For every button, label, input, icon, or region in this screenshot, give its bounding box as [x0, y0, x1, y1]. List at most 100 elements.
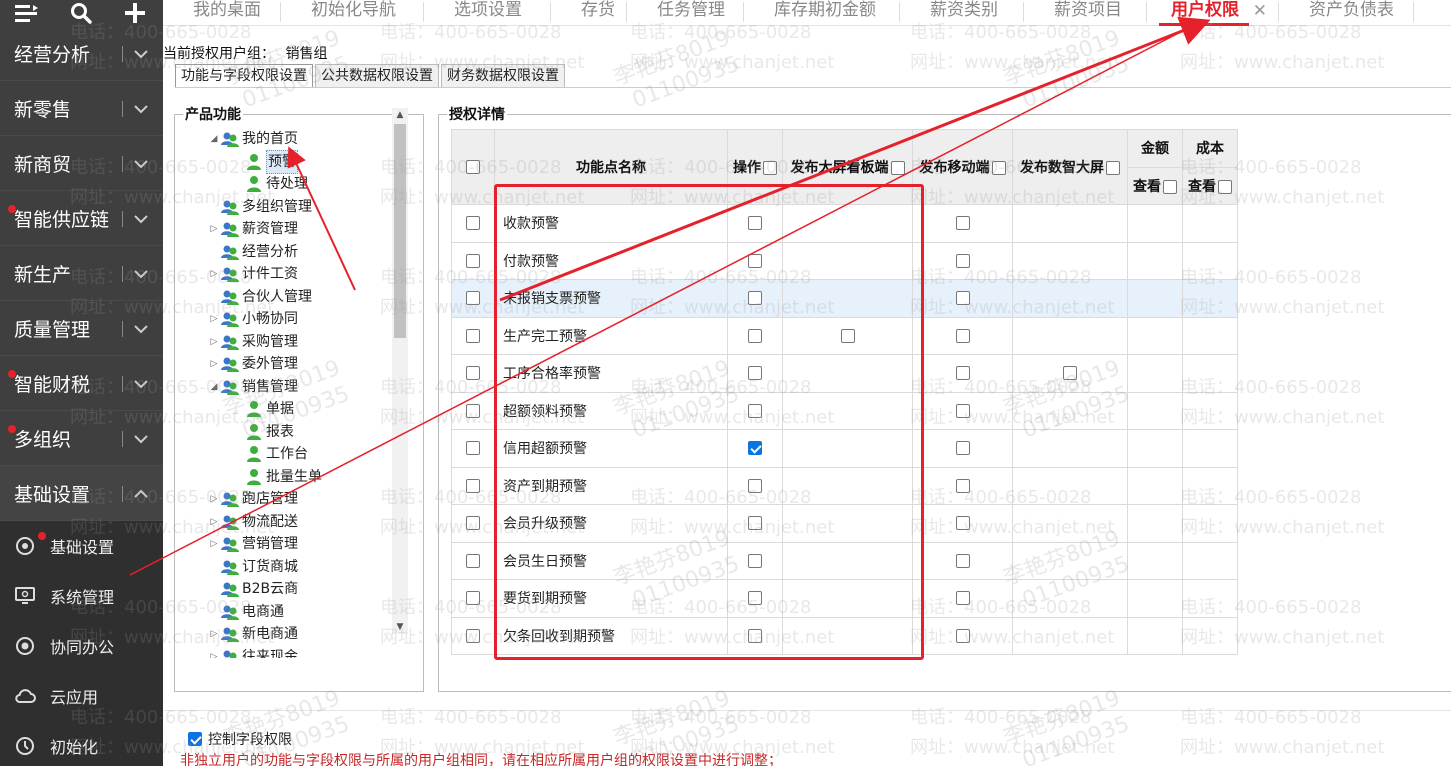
tree-node[interactable]: 订货商城: [208, 556, 298, 578]
row-select-checkbox[interactable]: [466, 216, 480, 231]
mobile-checkbox[interactable]: [955, 628, 970, 643]
operate-all-checkbox[interactable]: [763, 161, 777, 175]
operate-checkbox[interactable]: [748, 328, 762, 343]
sidebar-group[interactable]: 多组织: [0, 411, 163, 466]
tree-node[interactable]: 经营分析: [208, 241, 298, 263]
operate-checkbox[interactable]: [748, 366, 762, 381]
row-select-checkbox[interactable]: [466, 591, 480, 606]
header-select-all[interactable]: [451, 129, 495, 205]
datascreen-checkbox[interactable]: [1063, 366, 1077, 381]
scroll-up-icon[interactable]: ▲: [392, 108, 408, 122]
operate-checkbox[interactable]: [748, 441, 762, 456]
collapsed-arrow-icon[interactable]: ▷: [208, 331, 220, 353]
table-row[interactable]: 资产到期预警: [451, 466, 1238, 505]
operate-checkbox[interactable]: [748, 403, 762, 418]
field-control-checkbox[interactable]: [188, 732, 202, 746]
table-row[interactable]: 付款预警: [451, 241, 1238, 280]
tab[interactable]: 存货: [551, 0, 627, 26]
tab[interactable]: 薪资项目: [1024, 0, 1147, 26]
tree-node[interactable]: ▷ 计件工资: [208, 263, 298, 285]
chevron-down-icon[interactable]: [133, 45, 149, 61]
add-icon[interactable]: [108, 0, 162, 26]
tab[interactable]: 薪资类别: [900, 0, 1024, 26]
sidebar-group[interactable]: 智能供应链: [0, 191, 163, 246]
menu-collapse-icon[interactable]: [0, 0, 54, 26]
bigscreen-all-checkbox[interactable]: [890, 161, 905, 175]
row-select-checkbox[interactable]: [466, 328, 480, 343]
chevron-down-icon[interactable]: [133, 100, 149, 116]
collapsed-arrow-icon[interactable]: ▷: [208, 218, 220, 240]
field-control-option[interactable]: 控制字段权限: [188, 729, 292, 749]
mobile-checkbox[interactable]: [955, 478, 970, 493]
sidebar-subitem[interactable]: 云应用: [0, 671, 163, 721]
operate-checkbox[interactable]: [748, 478, 762, 493]
tab[interactable]: 用户权限 ✕: [1147, 0, 1279, 26]
row-select-checkbox[interactable]: [466, 441, 480, 456]
mobile-all-checkbox[interactable]: [991, 161, 1006, 175]
operate-checkbox[interactable]: [748, 628, 762, 643]
collapsed-arrow-icon[interactable]: ▷: [208, 646, 220, 659]
scroll-thumb[interactable]: [394, 124, 406, 338]
tree-node[interactable]: ▷ 委外管理: [208, 353, 298, 375]
mobile-checkbox[interactable]: [955, 516, 970, 531]
collapsed-arrow-icon[interactable]: ▷: [208, 488, 220, 510]
tree-node[interactable]: ▷ 采购管理: [208, 331, 298, 353]
bigscreen-checkbox[interactable]: [840, 328, 855, 343]
tree-node[interactable]: 预警: [232, 149, 298, 174]
chevron-up-icon[interactable]: [133, 485, 149, 501]
tab[interactable]: 我的桌面: [163, 0, 281, 26]
table-row[interactable]: 欠条回收到期预警: [451, 616, 1238, 655]
sidebar-group[interactable]: 经营分析: [0, 26, 163, 81]
tree-node[interactable]: 多组织管理: [208, 196, 312, 218]
search-icon[interactable]: [54, 0, 108, 26]
tree-node[interactable]: 工作台: [232, 443, 308, 465]
tree-node[interactable]: B2B云商: [208, 578, 298, 600]
tree-node[interactable]: ▷ 跑店管理: [208, 488, 298, 510]
table-row[interactable]: 超额领料预警: [451, 391, 1238, 430]
sidebar-group[interactable]: 新商贸: [0, 136, 163, 191]
sidebar-group[interactable]: 新生产: [0, 246, 163, 301]
collapsed-arrow-icon[interactable]: ▷: [208, 353, 220, 375]
table-row[interactable]: 要货到期预警: [451, 579, 1238, 618]
tree-node[interactable]: ▷ 小畅协同: [208, 308, 298, 330]
sidebar-subitem[interactable]: 初始化: [0, 721, 163, 766]
tab[interactable]: 库存期初金额: [744, 0, 900, 26]
row-select-checkbox[interactable]: [466, 291, 480, 306]
operate-checkbox[interactable]: [748, 516, 762, 531]
mobile-checkbox[interactable]: [955, 328, 970, 343]
row-select-checkbox[interactable]: [466, 253, 480, 268]
tab[interactable]: 任务管理: [627, 0, 744, 26]
sidebar-subitem[interactable]: 协同办公: [0, 621, 163, 671]
collapsed-arrow-icon[interactable]: ▷: [208, 511, 220, 533]
table-row[interactable]: 会员生日预警: [451, 541, 1238, 580]
row-select-checkbox[interactable]: [466, 366, 480, 381]
tab[interactable]: 选项设置: [424, 0, 551, 26]
tree-node[interactable]: ▷ 物流配送: [208, 511, 298, 533]
subtab-function-field[interactable]: 功能与字段权限设置: [175, 64, 313, 88]
tree-node[interactable]: 合伙人管理: [208, 286, 312, 308]
operate-checkbox[interactable]: [748, 253, 762, 268]
chevron-down-icon[interactable]: [133, 320, 149, 336]
operate-checkbox[interactable]: [748, 216, 762, 231]
select-all-checkbox[interactable]: [466, 160, 480, 174]
table-row[interactable]: 会员升级预警: [451, 504, 1238, 543]
mobile-checkbox[interactable]: [955, 253, 970, 268]
table-row[interactable]: 工序合格率预警: [451, 354, 1238, 393]
close-icon[interactable]: ✕: [1253, 1, 1267, 21]
table-row[interactable]: 未报销支票预警: [451, 279, 1238, 318]
collapsed-arrow-icon[interactable]: ▷: [208, 623, 220, 645]
sidebar-group[interactable]: 质量管理: [0, 301, 163, 356]
expanded-arrow-icon[interactable]: ◢: [208, 376, 220, 398]
row-select-checkbox[interactable]: [466, 478, 480, 493]
collapsed-arrow-icon[interactable]: ▷: [208, 308, 220, 330]
tree-node[interactable]: 电商通: [208, 601, 284, 623]
subtab-public-data[interactable]: 公共数据权限设置: [315, 64, 439, 88]
mobile-checkbox[interactable]: [955, 366, 970, 381]
row-select-checkbox[interactable]: [466, 403, 480, 418]
collapsed-arrow-icon[interactable]: ▷: [208, 533, 220, 555]
tab[interactable]: 初始化导航: [281, 0, 424, 26]
tree-node[interactable]: ◢ 我的首页: [208, 128, 298, 150]
mobile-checkbox[interactable]: [955, 553, 970, 568]
chevron-down-icon[interactable]: [133, 375, 149, 391]
amount-view-all-checkbox[interactable]: [1163, 179, 1177, 194]
